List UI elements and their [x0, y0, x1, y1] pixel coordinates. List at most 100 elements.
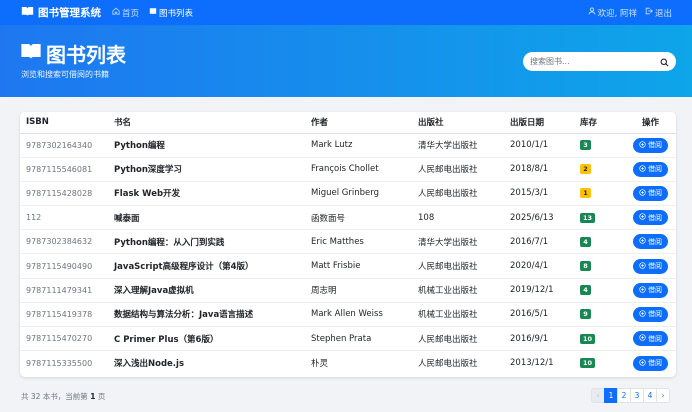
borrow-label: 借阅 — [648, 166, 662, 174]
cell-author: Mark Allen Weiss — [311, 302, 418, 328]
cell-stock: 10 — [580, 351, 625, 375]
table-row: 9787115470270 C Primer Plus（第6版） Stephen P… — [20, 326, 676, 352]
cell-title: 喊泰面 — [114, 205, 311, 231]
borrow-button[interactable]: 借阅 — [633, 185, 668, 201]
cell-author: Matt Frisbie — [311, 253, 418, 279]
cell-date: 2015/3/1 — [510, 181, 580, 207]
cell-publisher: 人民邮电出版社 — [418, 253, 510, 279]
logout-icon — [645, 7, 655, 18]
cell-publisher: 机械工业出版社 — [418, 302, 510, 328]
page-button-1[interactable]: 1 — [604, 388, 618, 403]
cell-publisher: 108 — [418, 205, 510, 231]
cell-action: 借阅 — [625, 133, 676, 158]
borrow-button[interactable]: 借阅 — [633, 282, 668, 298]
page-button-4[interactable]: 4 — [643, 388, 657, 403]
cell-stock: 4 — [580, 229, 625, 255]
borrow-label: 借阅 — [648, 360, 662, 368]
next-page-button[interactable]: › — [656, 388, 670, 403]
book-icon — [149, 7, 159, 18]
brand[interactable]: 图书管理系统 — [21, 5, 101, 20]
borrow-button[interactable]: 借阅 — [633, 331, 668, 347]
borrow-button[interactable]: 借阅 — [633, 258, 668, 274]
plus-circle-icon — [639, 213, 648, 222]
cell-isbn: 9787111479341 — [20, 278, 114, 303]
cell-author: 周志明 — [311, 278, 418, 303]
cell-stock: 3 — [580, 133, 625, 158]
borrow-button[interactable]: 借阅 — [633, 355, 668, 371]
cell-stock: 10 — [580, 326, 625, 352]
page-button-2[interactable]: 2 — [617, 388, 631, 403]
cell-stock: 13 — [580, 205, 625, 231]
cell-action: 借阅 — [625, 278, 676, 303]
cell-author: 朴灵 — [311, 359, 329, 370]
header-publisher: 出版社 — [418, 112, 510, 134]
plus-circle-icon — [639, 165, 648, 174]
cell-stock: 8 — [580, 253, 625, 279]
stock-badge: 9 — [580, 309, 591, 320]
table-row: 9787302384632 Python编程：从入门到实践 Eric Matthes… — [20, 229, 676, 255]
cell-author: François Chollet — [311, 157, 418, 182]
page-button-3[interactable]: 3 — [630, 388, 644, 403]
cell-title: Flask Web开发 — [114, 181, 311, 207]
pagination: ‹ 1 2 3 4 › — [591, 388, 670, 403]
cell-stock: 1 — [580, 181, 625, 207]
cell-stock: 2 — [580, 157, 625, 182]
borrow-label: 借阅 — [648, 263, 662, 271]
cell-isbn: 9787115428028 — [20, 181, 114, 207]
stock-badge: 10 — [580, 333, 596, 344]
table-row: 9787111479341 深入理解Java虚拟机 周志明 机械工业出版社 2019/1… — [20, 278, 676, 303]
table-header-row: ISBN 书名 作者 出版社 出版日期 库存 操作 — [20, 112, 676, 134]
logout-text: 退出 — [654, 8, 672, 19]
stock-badge: 10 — [580, 358, 596, 369]
borrow-button[interactable]: 借阅 — [633, 137, 668, 153]
cell-title: Python编程：从入门到实践 — [114, 229, 311, 255]
page-header: 图书列表 浏览和搜索可借阅的书籍 — [0, 25, 692, 97]
cell-author: 函数面号 — [311, 205, 418, 231]
cell-action: 借阅 — [625, 181, 676, 207]
borrow-button[interactable]: 借阅 — [633, 161, 668, 177]
borrow-button[interactable]: 借阅 — [633, 306, 668, 322]
stock-badge: 13 — [580, 212, 596, 223]
borrow-button[interactable]: 借阅 — [633, 234, 668, 250]
header-stock: 库存 — [580, 112, 625, 134]
plus-circle-icon — [639, 310, 648, 319]
search-input[interactable] — [530, 57, 650, 66]
header-isbn: ISBN — [20, 112, 114, 134]
search-icon[interactable] — [660, 52, 669, 71]
nav-link-home[interactable]: 首页 — [112, 7, 139, 19]
cell-action: 借阅 — [625, 302, 676, 328]
cell-publisher: 清华大学出版社 — [418, 133, 510, 158]
cell-publisher: 机械工业出版社 — [418, 278, 510, 303]
total-suffix: 页 — [97, 392, 106, 401]
total-prefix: 共 32 本书，当前第 — [21, 392, 88, 401]
stock-badge: 4 — [580, 285, 591, 296]
current-page-number: 1 — [90, 392, 96, 401]
nav-link-home-label: 首页 — [122, 8, 140, 19]
header-author: 作者 — [311, 112, 418, 134]
pagination-info: 共 32 本书，当前第 1 页 — [21, 391, 105, 402]
plus-circle-icon — [639, 189, 648, 198]
user-welcome[interactable]: 欢迎, 阿祥 — [588, 7, 637, 19]
cell-action: 借阅 — [625, 205, 676, 231]
header-title: 书名 — [114, 112, 311, 134]
prev-page-button[interactable]: ‹ — [591, 388, 605, 403]
cell-action: 借阅 — [625, 157, 676, 182]
cell-author: Mark Lutz — [311, 133, 418, 158]
cell-author: Miguel Grinberg — [311, 181, 418, 207]
cell-date: 2016/7/1 — [510, 229, 580, 255]
cell-publisher: 人民邮电出版社 — [418, 359, 478, 370]
cell-title: JavaScript高级程序设计（第4版） — [114, 253, 311, 279]
nav-link-books[interactable]: 图书列表 — [149, 7, 193, 19]
welcome-text: 欢迎, 阿祥 — [597, 8, 637, 19]
search-box — [523, 52, 676, 71]
cell-date: 2018/8/1 — [510, 157, 580, 182]
page-subtitle: 浏览和搜索可借阅的书籍 — [21, 70, 109, 79]
borrow-button[interactable]: 借阅 — [633, 210, 668, 226]
stock-badge: 4 — [580, 236, 591, 247]
cell-date: 2010/1/1 — [510, 133, 580, 158]
nav-link-books-label: 图书列表 — [159, 8, 194, 19]
logout-link[interactable]: 退出 — [645, 7, 672, 19]
cell-action: 借阅 — [625, 253, 676, 279]
table-row: 9787302164340 Python编程 Mark Lutz 清华大学出版社 201… — [20, 133, 676, 158]
cell-date: 2020/4/1 — [510, 253, 580, 279]
